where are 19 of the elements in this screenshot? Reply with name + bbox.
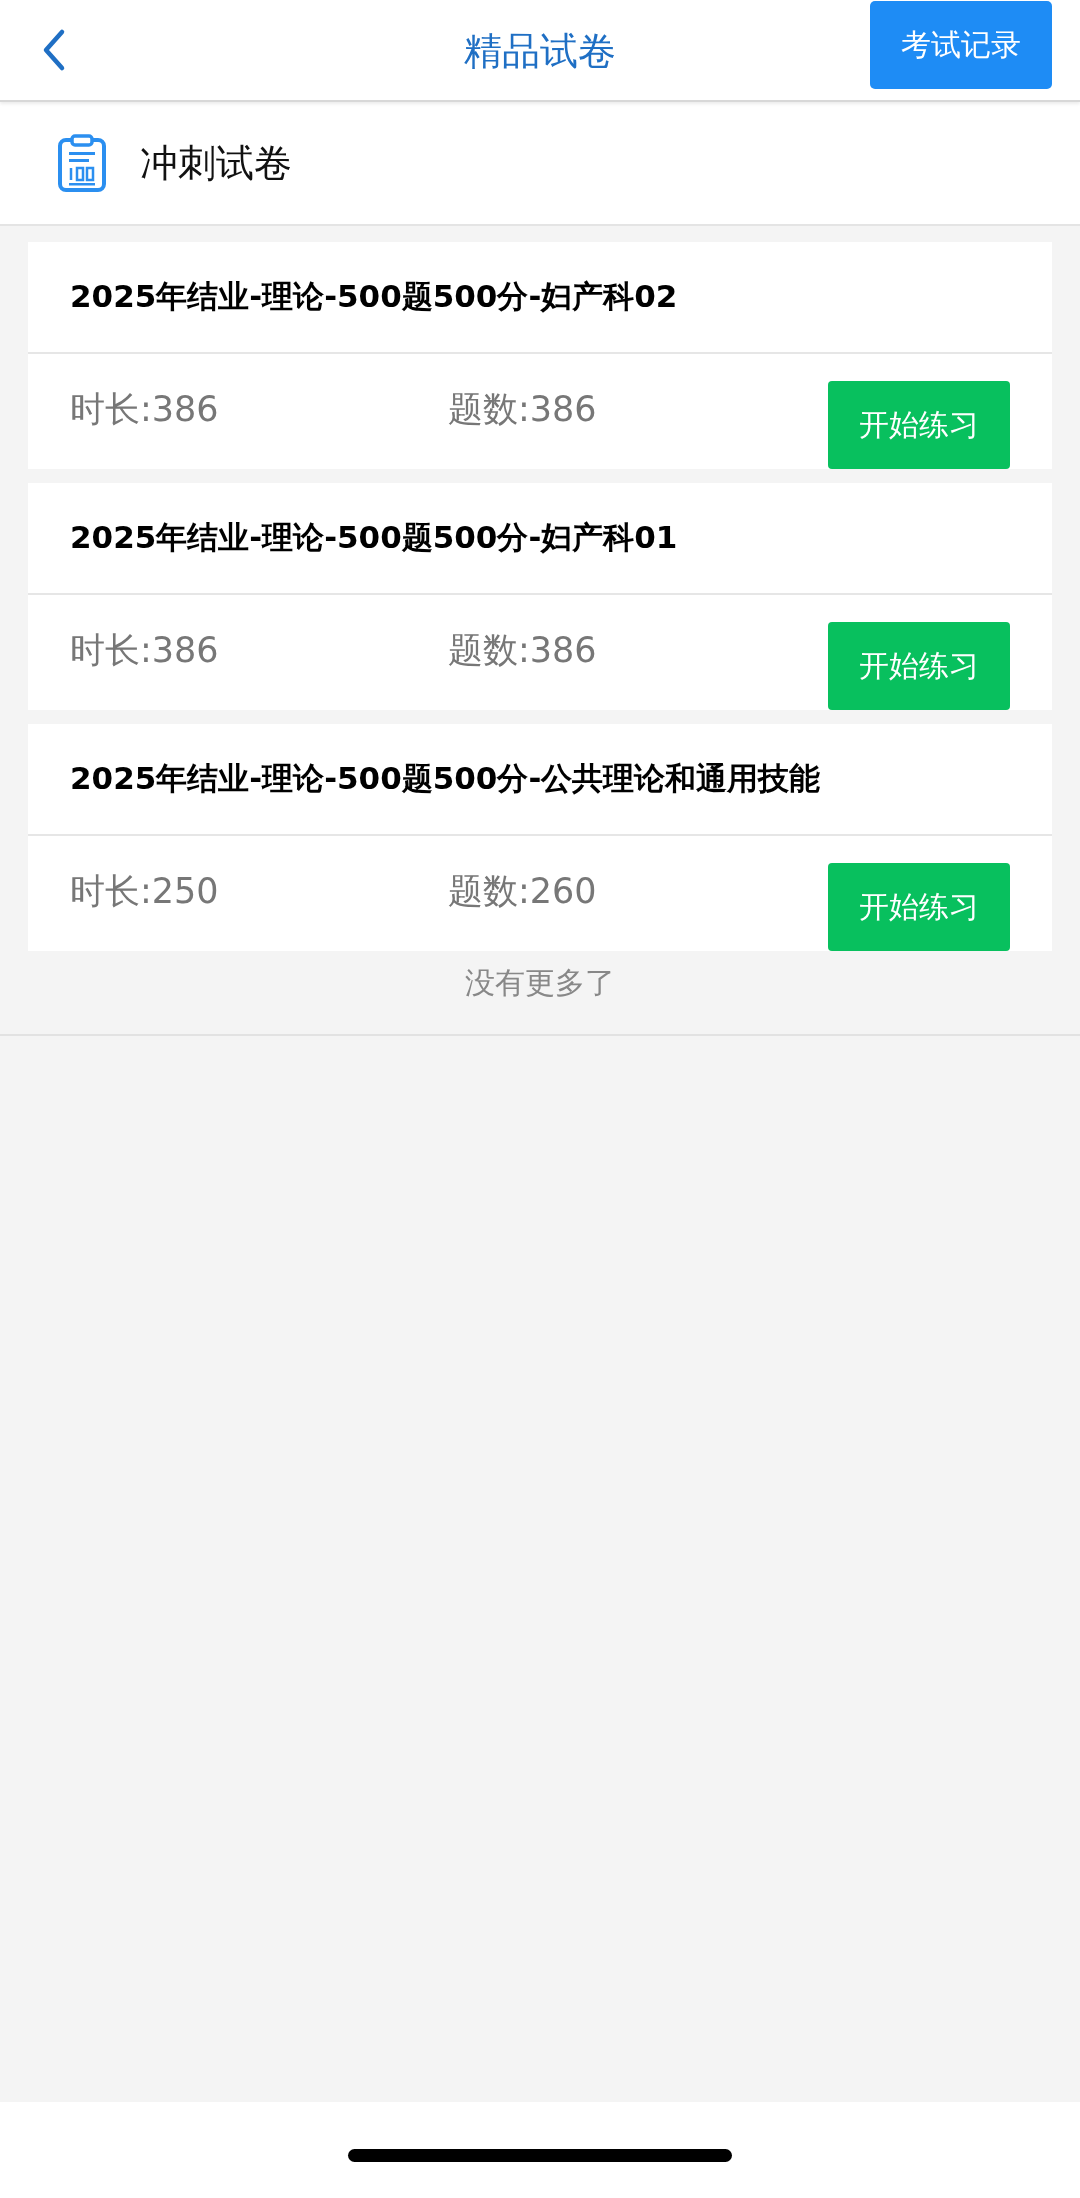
duration-text: 时长:250 [70,870,220,913]
paper-title: 2025年结业-理论-500题500分-妇产科02 [28,242,1052,354]
back-icon[interactable] [42,28,66,72]
question-count-text: 题数:386 [448,629,598,672]
paper-title: 2025年结业-理论-500题500分-公共理论和通用技能 [28,724,1052,836]
question-count-text: 题数:260 [448,870,598,913]
duration-text: 时长:386 [70,388,220,431]
clipboard-icon [57,134,107,192]
page-title: 精品试卷 [464,28,616,75]
section-title: 冲刺试卷 [140,139,292,187]
start-practice-button[interactable]: 开始练习 [828,622,1010,710]
paper-title: 2025年结业-理论-500题500分-妇产科01 [28,483,1052,595]
end-of-list-text: 没有更多了 [0,951,1080,1036]
start-practice-button[interactable]: 开始练习 [828,863,1010,951]
start-practice-button[interactable]: 开始练习 [828,381,1010,469]
home-indicator[interactable] [348,2148,732,2162]
duration-text: 时长:386 [70,629,220,672]
question-count-text: 题数:386 [448,388,598,431]
exam-record-button[interactable]: 考试记录 [870,1,1052,89]
